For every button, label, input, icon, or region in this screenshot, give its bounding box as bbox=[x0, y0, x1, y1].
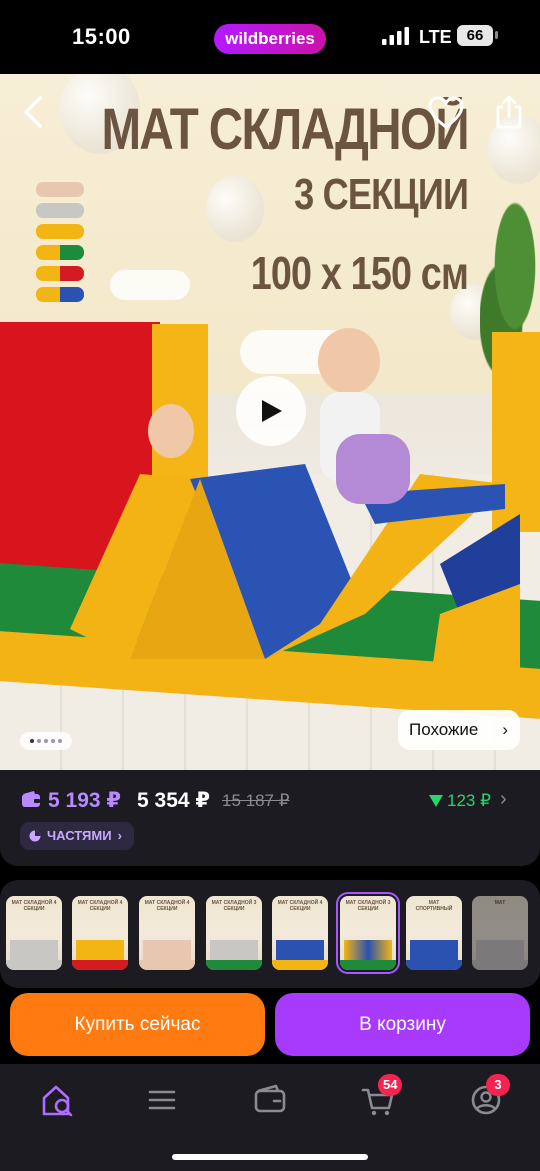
color-swatch bbox=[36, 266, 84, 281]
wallet-nav-icon[interactable] bbox=[250, 1082, 290, 1118]
thumbnail-mat bbox=[210, 940, 258, 960]
variant-thumbnail-selected[interactable]: МАТ СКЛАДНОЙ 3 СЕКЦИИ bbox=[336, 892, 400, 974]
thumbnail-title: МАТ СКЛАДНОЙ 3 СЕКЦИИ bbox=[345, 900, 391, 912]
thumbnail-title: МАТ СКЛАДНОЙ 4 СЕКЦИИ bbox=[144, 900, 190, 912]
similar-button[interactable]: Похожие › bbox=[398, 710, 520, 750]
child-clothing bbox=[336, 434, 410, 504]
wallet-icon bbox=[22, 791, 40, 807]
page-dot bbox=[51, 739, 55, 743]
thumbnail-title: МАТ СКЛАДНОЙ 4 СЕКЦИИ bbox=[11, 900, 57, 912]
page-dot bbox=[30, 739, 34, 743]
thumbnail-mat bbox=[276, 940, 324, 960]
chevron-right-icon[interactable]: › bbox=[500, 788, 507, 811]
child-figure bbox=[318, 328, 380, 394]
thumbnail-mat bbox=[143, 940, 191, 960]
play-video-button[interactable] bbox=[236, 376, 306, 446]
brand-pill: wildberries bbox=[214, 24, 326, 54]
child-figure bbox=[148, 404, 194, 458]
hero-title-line1: МАТ СКЛАДНОЙ bbox=[101, 97, 470, 162]
variant-thumbnail[interactable]: МАТ СКЛАДНОЙ 3 СЕКЦИИ bbox=[206, 896, 262, 970]
thumbnail-title: МАТ СКЛАДНОЙ 4 СЕКЦИИ bbox=[77, 900, 123, 912]
heart-icon[interactable] bbox=[428, 96, 464, 130]
share-icon[interactable] bbox=[492, 94, 526, 130]
installments-label: ЧАСТЯМИ bbox=[47, 828, 112, 843]
thumbnail-floor bbox=[139, 960, 195, 970]
current-price: 5 354 ₽ bbox=[137, 789, 210, 812]
color-swatch bbox=[36, 203, 84, 218]
profile-badge: 3 bbox=[486, 1074, 510, 1096]
profile-nav-item[interactable]: 3 bbox=[466, 1074, 510, 1118]
price-section: 5 193 ₽ 5 354 ₽ 15 187 ₽ 123 ₽ › ЧАСТЯМИ… bbox=[0, 770, 540, 866]
pie-icon bbox=[29, 830, 41, 842]
folded-mat bbox=[70, 464, 520, 684]
variant-thumbnail[interactable]: МАТ СПОРТИВНЫЙ bbox=[406, 896, 462, 970]
installments-button[interactable]: ЧАСТЯМИ › bbox=[20, 822, 134, 850]
thumbnail-floor bbox=[206, 960, 262, 970]
variant-thumbnail[interactable]: МАТ СКЛАДНОЙ 4 СЕКЦИИ bbox=[72, 896, 128, 970]
battery-icon: 66 bbox=[457, 25, 493, 46]
thumbnail-mat bbox=[344, 940, 392, 960]
back-arrow-icon[interactable] bbox=[18, 94, 50, 130]
price-drop[interactable]: 123 ₽ bbox=[447, 791, 491, 811]
catalog-menu-icon[interactable] bbox=[142, 1082, 182, 1118]
thumbnail-title: МАТ СПОРТИВНЫЙ bbox=[415, 900, 453, 912]
product-image[interactable]: МАТ СКЛАДНОЙ 3 СЕКЦИИ 100 x 150 см Похож… bbox=[0, 74, 540, 770]
thumbnail-floor bbox=[472, 960, 528, 970]
variant-thumbnails[interactable]: МАТ СКЛАДНОЙ 4 СЕКЦИИ МАТ СКЛАДНОЙ 4 СЕК… bbox=[0, 876, 540, 992]
price-drop-icon bbox=[429, 795, 443, 807]
wallet-price[interactable]: 5 193 ₽ bbox=[48, 788, 121, 813]
chevron-right-icon: › bbox=[117, 828, 122, 843]
page-dot bbox=[58, 739, 62, 743]
thumbnail-floor bbox=[406, 960, 462, 970]
add-to-cart-button[interactable]: В корзину bbox=[275, 993, 530, 1056]
variant-thumbnail[interactable]: МАТ bbox=[472, 896, 528, 970]
similar-label: Похожие bbox=[409, 720, 479, 739]
home-search-icon[interactable] bbox=[38, 1082, 78, 1118]
thumbnail-title: МАТ СКЛАДНОЙ 3 СЕКЦИИ bbox=[211, 900, 257, 912]
old-price: 15 187 ₽ bbox=[222, 791, 290, 810]
chevron-right-icon: › bbox=[502, 720, 508, 739]
thumbnail-floor bbox=[6, 960, 62, 970]
variant-thumbnail[interactable]: МАТ СКЛАДНОЙ 4 СЕКЦИИ bbox=[139, 896, 195, 970]
page-dot bbox=[44, 739, 48, 743]
image-pagination bbox=[20, 732, 72, 750]
thumbnail-title: МАТ СКЛАДНОЙ 4 СЕКЦИИ bbox=[277, 900, 323, 912]
cart-nav-item[interactable]: 54 bbox=[358, 1074, 403, 1118]
thumbnail-title: МАТ bbox=[494, 900, 506, 906]
thumbnail-floor bbox=[72, 960, 128, 970]
thumbnail-mat bbox=[476, 940, 524, 960]
battery-cap bbox=[495, 31, 498, 39]
thumbnail-floor bbox=[340, 960, 396, 970]
hero-title-line3: 100 x 150 см bbox=[250, 247, 469, 299]
page-dot bbox=[37, 739, 41, 743]
network-label: LTE bbox=[419, 27, 452, 47]
hero-title-line2: 3 СЕКЦИИ bbox=[294, 170, 469, 219]
variant-thumbnail[interactable]: МАТ СКЛАДНОЙ 4 СЕКЦИИ bbox=[272, 896, 328, 970]
color-swatch bbox=[36, 182, 84, 197]
cart-badge: 54 bbox=[378, 1074, 403, 1096]
thumbnail-mat bbox=[76, 940, 124, 960]
color-swatch bbox=[36, 245, 84, 260]
status-bar: 15:00 wildberries LTE 66 bbox=[0, 0, 540, 74]
thumbnail-floor bbox=[272, 960, 328, 970]
status-time: 15:00 bbox=[72, 24, 131, 49]
signal-icon bbox=[382, 27, 409, 45]
color-swatch bbox=[36, 224, 84, 239]
thumbnail-mat bbox=[410, 940, 458, 960]
color-swatch bbox=[36, 287, 84, 302]
variant-thumbnail[interactable]: МАТ СКЛАДНОЙ 4 СЕКЦИИ bbox=[6, 896, 62, 970]
balloon bbox=[206, 176, 264, 242]
play-icon bbox=[262, 400, 282, 422]
home-indicator bbox=[172, 1154, 368, 1160]
buy-now-button[interactable]: Купить сейчас bbox=[10, 993, 265, 1056]
thumbnail-mat bbox=[10, 940, 58, 960]
cloud bbox=[110, 270, 190, 300]
